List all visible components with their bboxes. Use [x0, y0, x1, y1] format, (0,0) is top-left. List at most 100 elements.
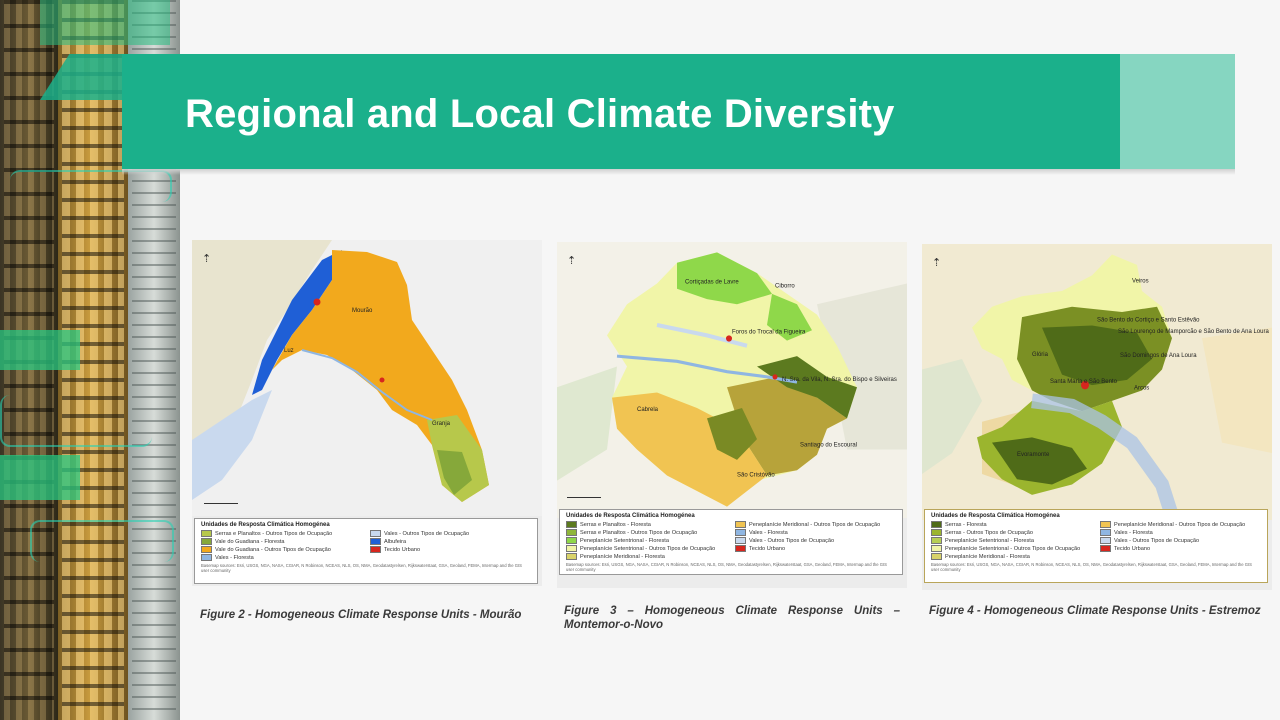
legend-item: Vales - Outros Tipos de Ocupação — [1100, 537, 1261, 544]
title-banner: Regional and Local Climate Diversity — [40, 54, 1235, 175]
legend-item: Vale do Guadiana - Floresta — [201, 538, 362, 545]
legend-items: Serras - Floresta Peneplanície Meridional… — [931, 521, 1261, 560]
legend-swatch — [370, 538, 381, 545]
legend-swatch — [201, 538, 212, 545]
legend-label: Vales - Outros Tipos de Ocupação — [384, 530, 470, 537]
green-glass-panel — [0, 330, 80, 370]
legend-swatch — [370, 530, 381, 537]
legend-item: Vales - Floresta — [735, 529, 896, 536]
legend-swatch — [1100, 521, 1111, 528]
legend-label: Albufeira — [384, 538, 407, 545]
map-label-cabrela: Cabrela — [637, 406, 659, 413]
legend-swatch — [201, 554, 212, 561]
map-label-sao-cristovao: São Cristóvão — [737, 471, 775, 478]
banner-notch — [40, 54, 124, 100]
legend-swatch — [201, 546, 212, 553]
figure-caption-montemor: Figure 3 – Homogeneous Climate Response … — [564, 605, 900, 631]
legend-item: Tecido Urbano — [370, 546, 531, 553]
figure-map-montemor: Cortiçadas de Lavre Ciborro Foros do Tro… — [557, 242, 907, 588]
map-graphic: Mourão Luz Granja — [192, 240, 542, 516]
slide-title: Regional and Local Climate Diversity — [185, 92, 895, 136]
legend-label: Peneplanície Meridional - Outros Tipos d… — [1114, 521, 1246, 528]
legend-label: Serras e Planaltos - Floresta — [580, 521, 651, 528]
map-label-granja: Granja — [432, 421, 451, 427]
map-label-sao-bento-cortico: São Bento do Cortiço e Santo Estêvão — [1097, 316, 1200, 323]
legend-swatch — [1100, 545, 1111, 552]
legend-title: Unidades de Resposta Climática Homogénea — [931, 513, 1060, 519]
banner-shadow — [122, 169, 1235, 175]
legend-item: Vales - Floresta — [1100, 529, 1261, 536]
legend-label: Vales - Outros Tipos de Ocupação — [1114, 537, 1200, 544]
legend-label: Vale do Guadiana - Floresta — [215, 538, 285, 545]
green-glass-panel — [40, 0, 170, 45]
legend-label: Vales - Floresta — [215, 554, 254, 561]
legend-swatch — [735, 529, 746, 536]
map-label-luz: Luz — [284, 348, 294, 354]
legend-item: Serras e Planaltos - Floresta — [566, 521, 727, 528]
legend-item: Serras - Floresta — [931, 521, 1092, 528]
map-label-arcos: Arcos — [1134, 384, 1149, 391]
legend-label: Peneplanície Meridional - Floresta — [945, 553, 1030, 560]
legend-item: Peneplanície Meridional - Outros Tipos d… — [735, 521, 896, 528]
legend-swatch — [735, 521, 746, 528]
map-label-nsra-vila: N. Sra. da Vila, N. Sra. do Bispo e Silv… — [782, 376, 897, 383]
legend-item: Serras e Planaltos - Outros Tipos de Ocu… — [201, 530, 362, 537]
legend-label: Vales - Floresta — [749, 529, 788, 536]
legend-item: Serras e Planaltos - Outros Tipos de Ocu… — [566, 529, 727, 536]
legend-label: Peneplanície Meridional - Floresta — [580, 553, 665, 560]
legend-swatch — [566, 529, 577, 536]
legend-swatch — [1100, 529, 1111, 536]
legend-swatch — [931, 537, 942, 544]
scale-bar — [204, 498, 238, 504]
legend-label: Vale do Guadiana - Outros Tipos de Ocupa… — [215, 546, 331, 553]
map-legend: Unidades de Resposta Climática Homogénea… — [924, 509, 1268, 583]
legend-item: Albufeira — [370, 538, 531, 545]
legend-item: Vale do Guadiana - Outros Tipos de Ocupa… — [201, 546, 362, 553]
legend-source: Basemap sources: Esri, USGS, NGA, NASA, … — [201, 563, 522, 573]
legend-swatch — [931, 521, 942, 528]
figure-map-mourao: Mourão Luz Granja ⇡ Unidades de Resposta… — [192, 240, 542, 586]
legend-label: Vales - Outros Tipos de Ocupação — [749, 537, 835, 544]
legend-title: Unidades de Resposta Climática Homogénea — [566, 513, 695, 519]
scale-bar — [567, 492, 601, 498]
map-mourao: Mourão Luz Granja ⇡ — [192, 240, 542, 516]
legend-swatch — [931, 545, 942, 552]
map-label-sao-domingos: São Domingos de Ana Loura — [1120, 352, 1197, 359]
map-graphic: Cortiçadas de Lavre Ciborro Foros do Tro… — [557, 242, 907, 518]
map-label-mourao: Mourão — [352, 308, 373, 314]
legend-label: Peneplanície Setentrional - Outros Tipos… — [580, 545, 716, 552]
north-arrow-icon: ⇡ — [202, 253, 212, 265]
legend-source: Basemap sources: Esri, USGS, NGA, NASA, … — [566, 562, 887, 572]
legend-swatch — [1100, 537, 1111, 544]
legend-item: Vales - Outros Tipos de Ocupação — [735, 537, 896, 544]
legend-item: Tecido Urbano — [1100, 545, 1261, 552]
map-estremoz: Veiros São Bento do Cortiço e Santo Estê… — [922, 244, 1272, 520]
map-label-sao-lourenco: São Lourenço de Mamporcão e São Bento de… — [1118, 328, 1269, 335]
legend-label: Tecido Urbano — [749, 545, 786, 552]
legend-item: Peneplanície Setentrional - Outros Tipos… — [931, 545, 1092, 552]
legend-items: Serras e Planaltos - Floresta Peneplaníci… — [566, 521, 896, 560]
legend-swatch — [370, 546, 381, 553]
legend-label: Tecido Urbano — [1114, 545, 1151, 552]
figure-map-estremoz: Veiros São Bento do Cortiço e Santo Estê… — [922, 244, 1272, 590]
legend-label: Serras e Planaltos - Outros Tipos de Ocu… — [215, 530, 333, 537]
map-label-evoramonte: Evoramonte — [1017, 451, 1050, 458]
map-label-ciborro: Ciborro — [775, 283, 795, 290]
legend-label: Vales - Floresta — [1114, 529, 1153, 536]
legend-item: Peneplanície Setentrional - Floresta — [931, 537, 1092, 544]
legend-items: Serras e Planaltos - Outros Tipos de Ocu… — [201, 530, 531, 561]
legend-swatch — [566, 537, 577, 544]
legend-item: Peneplanície Setentrional - Floresta — [566, 537, 727, 544]
map-label-escoural: Santiago do Escoural — [800, 441, 857, 448]
map-label-santa-maria: Santa Maria e São Bento — [1050, 378, 1117, 385]
map-label-gloria: Glória — [1032, 351, 1049, 358]
legend-label: Serras e Planaltos - Outros Tipos de Ocu… — [580, 529, 698, 536]
legend-item: Vales - Outros Tipos de Ocupação — [370, 530, 531, 537]
legend-item: Vales - Floresta — [201, 554, 362, 561]
legend-label: Peneplanície Setentrional - Outros Tipos… — [945, 545, 1081, 552]
legend-label: Peneplanície Setentrional - Floresta — [945, 537, 1034, 544]
legend-label: Peneplanície Setentrional - Floresta — [580, 537, 669, 544]
decorative-line — [30, 520, 174, 562]
map-graphic: Veiros São Bento do Cortiço e Santo Estê… — [922, 244, 1272, 520]
legend-label: Serras - Outros Tipos de Ocupação — [945, 529, 1033, 536]
